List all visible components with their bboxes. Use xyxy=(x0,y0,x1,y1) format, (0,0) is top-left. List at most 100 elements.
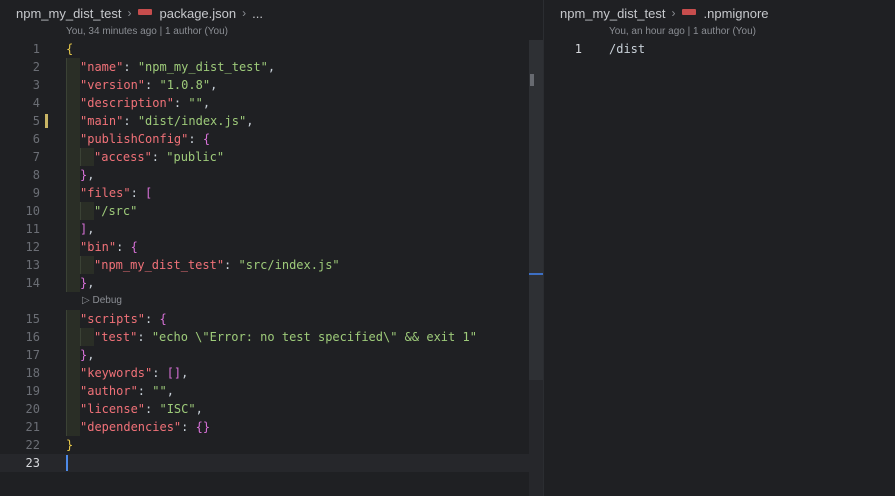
line-number: 13 xyxy=(25,258,40,272)
code-editor[interactable]: 1/dist xyxy=(544,40,881,58)
vertical-scrollbar[interactable] xyxy=(529,40,543,496)
code-line[interactable]: 15 "scripts": { xyxy=(0,310,529,328)
git-modified-indicator[interactable] xyxy=(45,114,48,128)
json-key: "publishConfig" xyxy=(80,132,189,146)
scrollbar-change-marker xyxy=(530,74,534,86)
breadcrumb-folder[interactable]: npm_my_dist_test xyxy=(560,6,666,21)
code-line[interactable]: 7 "access": "public" xyxy=(0,148,529,166)
code-line[interactable]: 1/dist xyxy=(544,40,881,58)
text-cursor xyxy=(66,455,68,471)
code-line[interactable]: 19 "author": "", xyxy=(0,382,529,400)
json-key: "npm_my_dist_test" xyxy=(94,258,225,272)
code-line[interactable]: 8}, xyxy=(0,166,529,184)
code-line[interactable]: 20 "license": "ISC", xyxy=(0,400,529,418)
json-key: "files" xyxy=(80,186,131,200)
json-value: "src/index.js" xyxy=(238,258,340,272)
code-line[interactable]: 21 "dependencies": {} xyxy=(0,418,529,436)
line-number: 10 xyxy=(25,204,40,218)
json-key: "author" xyxy=(80,384,138,398)
scrollbar-thumb[interactable] xyxy=(529,40,543,380)
json-value: "echo \"Error: no test specified\" && ex… xyxy=(151,330,477,344)
code-line[interactable]: 6 "publishConfig": { xyxy=(0,130,529,148)
code-line[interactable]: 18 "keywords": [], xyxy=(0,364,529,382)
line-number: 7 xyxy=(32,150,40,164)
code-line[interactable]: 11], xyxy=(0,220,529,238)
code-line[interactable]: 3 "version": "1.0.8", xyxy=(0,76,529,94)
line-number: 23 xyxy=(25,456,40,470)
code-line[interactable]: 10 "/src" xyxy=(0,202,529,220)
breadcrumb: npm_my_dist_test › package.json › ... xyxy=(16,4,263,22)
json-key: "version" xyxy=(80,78,146,92)
code-line[interactable]: 1{ xyxy=(0,40,529,58)
breadcrumb-file[interactable]: .npmignore xyxy=(704,6,769,21)
code-text: /dist xyxy=(609,42,646,56)
json-value: "public" xyxy=(166,150,225,164)
code-line[interactable]: 16 "test": "echo \"Error: no test specifi… xyxy=(0,328,529,346)
code-line[interactable]: 2 "name": "npm_my_dist_test", xyxy=(0,58,529,76)
debug-codelens[interactable]: ▷ Debug xyxy=(0,292,529,310)
json-value: "/src" xyxy=(94,204,138,218)
line-number: 4 xyxy=(32,96,40,110)
breadcrumb-folder[interactable]: npm_my_dist_test xyxy=(16,6,122,21)
json-key: "dependencies" xyxy=(80,420,182,434)
code-line[interactable]: 22} xyxy=(0,436,529,454)
code-line-active[interactable]: 23 xyxy=(0,454,529,472)
code-line[interactable]: 5 "main": "dist/index.js", xyxy=(0,112,529,130)
json-key: "access" xyxy=(94,150,152,164)
json-value: "npm_my_dist_test" xyxy=(137,60,268,74)
json-value: "" xyxy=(188,96,203,110)
line-number: 1 xyxy=(574,42,582,56)
json-value: "1.0.8" xyxy=(159,78,211,92)
line-number: 12 xyxy=(25,240,40,254)
code-line[interactable]: 13 "npm_my_dist_test": "src/index.js" xyxy=(0,256,529,274)
json-key: "scripts" xyxy=(80,312,146,326)
json-value: "ISC" xyxy=(159,402,196,416)
json-key: "keywords" xyxy=(80,366,153,380)
code-line[interactable]: 14}, xyxy=(0,274,529,292)
json-key: "test" xyxy=(94,330,138,344)
scrollbar-cursor-marker xyxy=(529,273,543,275)
json-value: "" xyxy=(152,384,167,398)
code-line[interactable]: 9 "files": [ xyxy=(0,184,529,202)
debug-codelens-label[interactable]: ▷ Debug xyxy=(82,292,122,310)
chevron-right-icon: › xyxy=(671,6,676,20)
git-blame-info[interactable]: You, 34 minutes ago | 1 author (You) xyxy=(66,26,228,37)
line-number: 22 xyxy=(25,438,40,452)
line-number: 19 xyxy=(25,384,40,398)
git-blame-info[interactable]: You, an hour ago | 1 author (You) xyxy=(609,26,756,37)
line-number: 5 xyxy=(32,114,40,128)
line-number: 18 xyxy=(25,366,40,380)
chevron-right-icon: › xyxy=(242,6,247,20)
npm-file-icon xyxy=(681,9,696,15)
json-key: "main" xyxy=(80,114,124,128)
line-number: 16 xyxy=(25,330,40,344)
breadcrumb-file[interactable]: package.json xyxy=(160,6,237,21)
json-key: "license" xyxy=(80,402,146,416)
line-number: 9 xyxy=(32,186,40,200)
line-number: 6 xyxy=(32,132,40,146)
editor-pane-package-json: npm_my_dist_test › package.json › ... Yo… xyxy=(0,0,543,496)
line-number: 15 xyxy=(25,312,40,326)
code-editor[interactable]: 1{ 2 "name": "npm_my_dist_test", 3 "versio… xyxy=(0,40,529,472)
line-number: 2 xyxy=(32,60,40,74)
chevron-right-icon: › xyxy=(127,6,132,20)
line-number: 21 xyxy=(25,420,40,434)
line-number: 14 xyxy=(25,276,40,290)
code-line[interactable]: 4 "description": "", xyxy=(0,94,529,112)
line-number: 11 xyxy=(25,222,40,236)
json-key: "bin" xyxy=(80,240,117,254)
line-number: 20 xyxy=(25,402,40,416)
json-key: "description" xyxy=(80,96,174,110)
json-value: "dist/index.js" xyxy=(137,114,247,128)
line-number: 3 xyxy=(32,78,40,92)
breadcrumb-more[interactable]: ... xyxy=(252,6,263,21)
json-key: "name" xyxy=(80,60,124,74)
breadcrumb: npm_my_dist_test › .npmignore xyxy=(560,4,769,22)
editor-pane-npmignore: npm_my_dist_test › .npmignore You, an ho… xyxy=(544,0,895,496)
code-line[interactable]: 17}, xyxy=(0,346,529,364)
code-line[interactable]: 12 "bin": { xyxy=(0,238,529,256)
npm-file-icon xyxy=(137,9,152,15)
line-number: 17 xyxy=(25,348,40,362)
line-number: 1 xyxy=(32,42,40,56)
line-number: 8 xyxy=(32,168,40,182)
